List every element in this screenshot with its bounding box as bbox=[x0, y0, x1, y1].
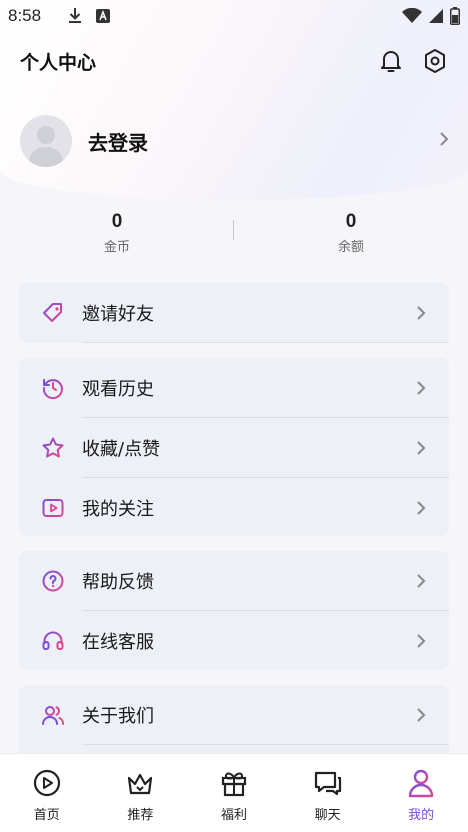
menu-item-label: 收藏/点赞 bbox=[82, 439, 161, 460]
tab-chat[interactable]: 聊天 bbox=[281, 754, 375, 832]
battery-icon bbox=[450, 7, 460, 25]
login-label: 去登录 bbox=[88, 130, 148, 155]
menu-item-help-feedback[interactable]: 帮助反馈 bbox=[19, 551, 449, 611]
tag-icon bbox=[41, 301, 65, 325]
signal-icon bbox=[428, 8, 444, 24]
star-icon bbox=[41, 436, 65, 460]
crown-icon bbox=[125, 768, 155, 798]
chevron-right-icon bbox=[415, 706, 427, 724]
bell-icon[interactable] bbox=[378, 48, 404, 74]
menu-item-following[interactable]: 我的关注 bbox=[19, 478, 449, 538]
status-bar: 8:58 bbox=[0, 0, 468, 32]
download-icon bbox=[67, 7, 83, 25]
user-icon bbox=[406, 768, 436, 798]
menu-item-about-us[interactable]: 关于我们 bbox=[19, 685, 449, 745]
settings-icon[interactable] bbox=[422, 48, 448, 74]
page-title: 个人中心 bbox=[20, 51, 97, 74]
coins-label: 金币 bbox=[103, 240, 130, 255]
tab-recommend[interactable]: 推荐 bbox=[94, 754, 188, 832]
balance-value: 0 bbox=[345, 211, 357, 232]
menu-item-label: 邀请好友 bbox=[82, 304, 154, 325]
menu-item-watch-history[interactable]: 观看历史 bbox=[19, 358, 449, 418]
users-icon bbox=[41, 703, 65, 727]
coins-stat[interactable]: 0 金币 bbox=[0, 211, 234, 255]
wifi-icon bbox=[402, 8, 422, 24]
login-entry[interactable]: 去登录 bbox=[20, 114, 450, 168]
stats-row: 0 金币 0 余额 bbox=[0, 208, 468, 258]
tab-label: 首页 bbox=[33, 808, 60, 823]
tab-mine[interactable]: 我的 bbox=[374, 754, 468, 832]
chevron-right-icon bbox=[415, 499, 427, 517]
menu-card-support: 帮助反馈 在线客服 bbox=[19, 551, 449, 670]
avatar bbox=[20, 115, 72, 167]
tab-home[interactable]: 首页 bbox=[0, 754, 94, 832]
history-icon bbox=[41, 376, 65, 400]
gift-icon bbox=[219, 768, 249, 798]
app-notification-icon bbox=[95, 8, 111, 24]
top-bar: 个人中心 bbox=[0, 40, 468, 82]
stats-divider bbox=[233, 220, 234, 240]
tab-label: 我的 bbox=[408, 808, 435, 823]
menu-card-activity: 观看历史 收藏/点赞 我的关注 bbox=[19, 358, 449, 536]
menu-item-customer-service[interactable]: 在线客服 bbox=[19, 611, 449, 671]
menu-item-label: 帮助反馈 bbox=[82, 572, 154, 593]
chevron-right-icon bbox=[415, 439, 427, 457]
help-circle-icon bbox=[41, 569, 65, 593]
menu-item-label: 观看历史 bbox=[82, 379, 154, 400]
tab-label: 聊天 bbox=[314, 808, 341, 823]
bottom-tab-bar: 首页 推荐 福利 聊天 我的 bbox=[0, 754, 468, 832]
tab-welfare[interactable]: 福利 bbox=[187, 754, 281, 832]
chevron-right-icon bbox=[438, 130, 450, 152]
balance-label: 余额 bbox=[337, 240, 364, 255]
chat-icon bbox=[313, 768, 343, 798]
chevron-right-icon bbox=[415, 632, 427, 650]
menu-card-about: 关于我们 bbox=[19, 685, 449, 754]
headset-icon bbox=[41, 629, 65, 653]
chevron-right-icon bbox=[415, 379, 427, 397]
menu-item-favorites[interactable]: 收藏/点赞 bbox=[19, 418, 449, 478]
status-time: 8:58 bbox=[8, 6, 42, 25]
play-square-icon bbox=[41, 496, 65, 520]
menu-item-label: 关于我们 bbox=[82, 706, 154, 727]
chevron-right-icon bbox=[415, 304, 427, 322]
menu-item-label: 我的关注 bbox=[82, 499, 154, 520]
menu-item-invite-friends[interactable]: 邀请好友 bbox=[19, 283, 449, 343]
tab-label: 福利 bbox=[220, 808, 247, 823]
tab-label: 推荐 bbox=[127, 808, 154, 823]
chevron-right-icon bbox=[415, 572, 427, 590]
play-circle-icon bbox=[32, 768, 62, 798]
menu-item-label: 在线客服 bbox=[82, 632, 154, 653]
coins-value: 0 bbox=[111, 211, 123, 232]
balance-stat[interactable]: 0 余额 bbox=[234, 211, 468, 255]
menu-card-invite: 邀请好友 bbox=[19, 283, 449, 343]
